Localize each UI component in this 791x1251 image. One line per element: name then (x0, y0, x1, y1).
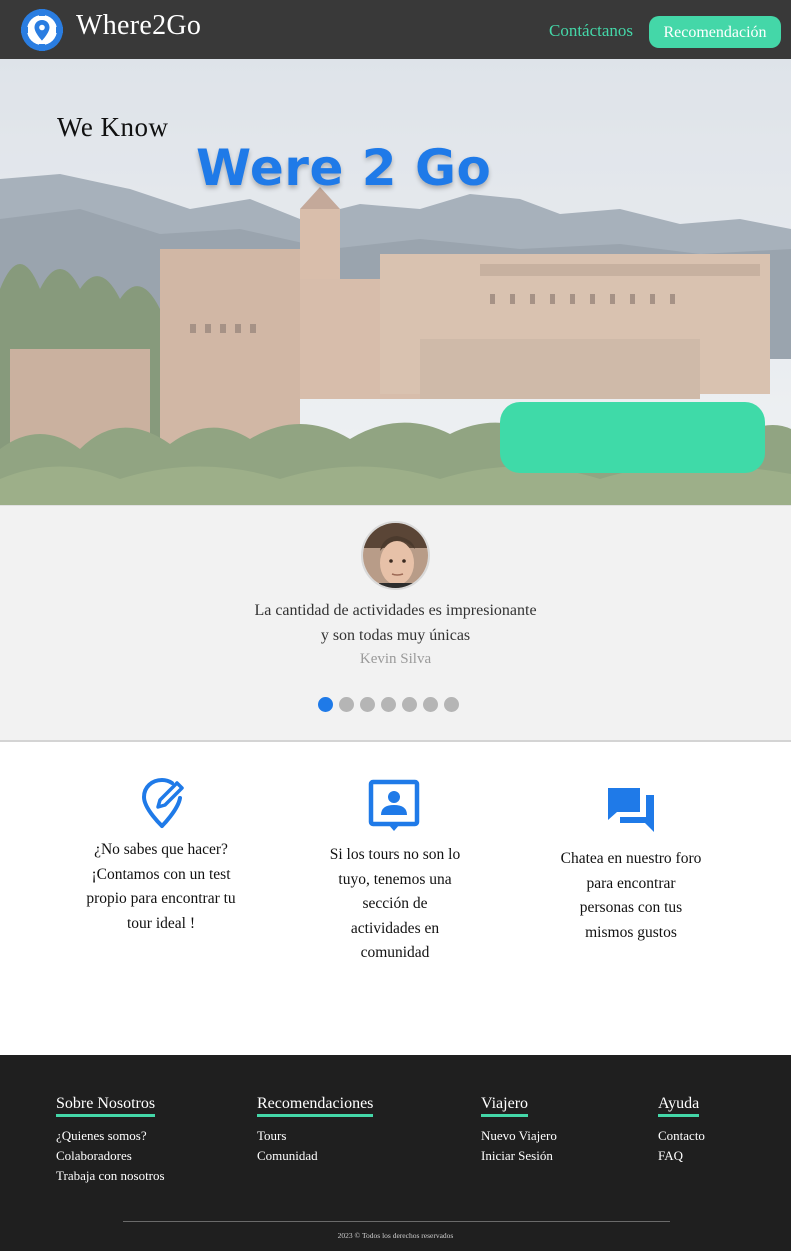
hero-banner: We Know Were 2 Go (0, 59, 791, 505)
testimonial-quote-line1: La cantidad de actividades es impresiona… (254, 602, 537, 619)
footer-link[interactable]: Contacto (658, 1126, 705, 1146)
testimonial-author: Kevin Silva (359, 651, 432, 667)
footer-heading: Ayuda (658, 1095, 700, 1117)
footer-divider (123, 1221, 670, 1222)
edit-location-icon (141, 777, 184, 828)
hero-cta-button[interactable] (500, 402, 765, 473)
footer: Sobre Nosotros ¿Quienes somos? Colaborad… (0, 1055, 791, 1251)
carousel-dot-5[interactable] (402, 697, 417, 712)
avatar (361, 521, 430, 590)
footer-heading: Sobre Nosotros (56, 1095, 156, 1117)
footer-link[interactable]: FAQ (658, 1146, 705, 1166)
footer-link[interactable]: Colaboradores (56, 1146, 165, 1166)
footer-link[interactable]: Nuevo Viajero (481, 1126, 557, 1146)
recommendation-button[interactable]: Recomendación (649, 16, 781, 48)
carousel-dot-2[interactable] (339, 697, 354, 712)
hero-tagline-big: Were 2 Go (196, 139, 492, 197)
hero-tagline-small: We Know (57, 112, 169, 142)
footer-column-about: Sobre Nosotros ¿Quienes somos? Colaborad… (56, 1095, 165, 1186)
copyright-text: 2023 © Todos los derechos reservados (337, 1231, 454, 1240)
contact-card-icon (368, 779, 420, 831)
carousel-dot-6[interactable] (423, 697, 438, 712)
feature-text-3: Chatea en nuestro foro para encontrar pe… (560, 850, 702, 941)
footer-link[interactable]: Comunidad (257, 1146, 373, 1166)
footer-column-traveler: Viajero Nuevo Viajero Iniciar Sesión (481, 1095, 557, 1166)
footer-heading: Recomendaciones (257, 1095, 374, 1117)
testimonial-carousel: La cantidad de actividades es impresiona… (0, 505, 791, 742)
carousel-dot-4[interactable] (381, 697, 396, 712)
location-pin-gear-icon[interactable] (19, 8, 65, 52)
nav-link-contact[interactable]: Contáctanos (549, 21, 633, 41)
feature-text-1: ¿No sabes que hacer? ¡Contamos con un te… (86, 841, 236, 932)
features-section: ¿No sabes que hacer? ¡Contamos con un te… (0, 743, 791, 1055)
carousel-dot-7[interactable] (444, 697, 459, 712)
carousel-dot-1[interactable] (318, 697, 333, 712)
forum-chat-icon (608, 788, 654, 832)
testimonial-quote-line2: y son todas muy únicas (320, 627, 471, 644)
footer-column-recommendations: Recomendaciones Tours Comunidad (257, 1095, 374, 1166)
footer-column-help: Ayuda Contacto FAQ (658, 1095, 705, 1166)
footer-link[interactable]: Tours (257, 1126, 373, 1146)
footer-link[interactable]: Iniciar Sesión (481, 1146, 557, 1166)
navbar: Where2Go Contáctanos Recomendación (0, 0, 791, 59)
feature-text-2: Si los tours no son lo tuyo, tenemos una… (329, 846, 461, 961)
footer-link[interactable]: ¿Quienes somos? (56, 1126, 165, 1146)
footer-heading: Viajero (481, 1095, 529, 1117)
footer-link[interactable]: Trabaja con nosotros (56, 1166, 165, 1186)
brand-name[interactable]: Where2Go (76, 10, 201, 42)
carousel-indicators (318, 697, 459, 713)
carousel-dot-3[interactable] (360, 697, 375, 712)
